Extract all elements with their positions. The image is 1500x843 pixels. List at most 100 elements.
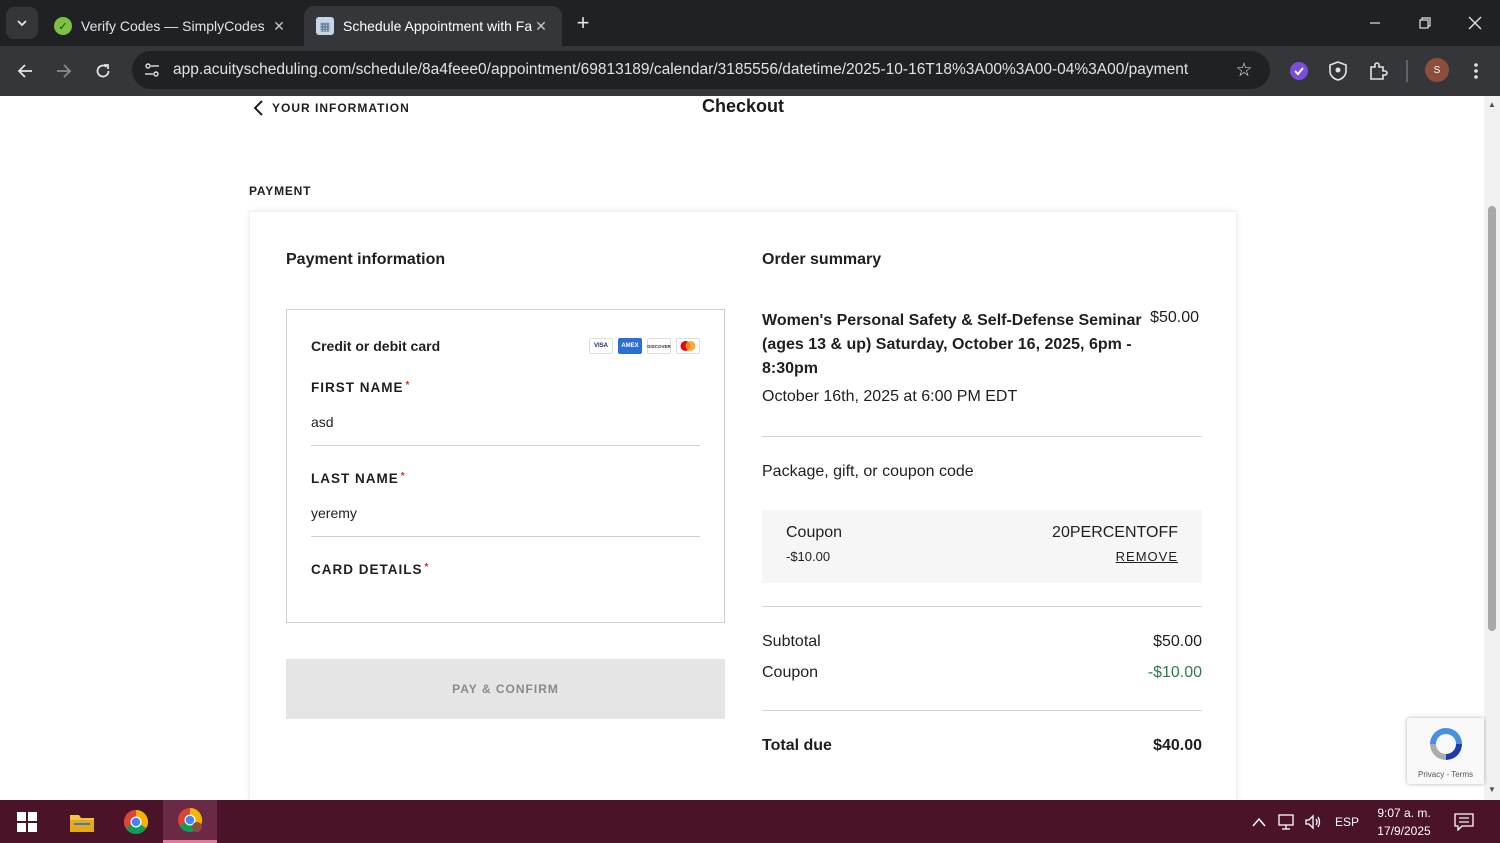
close-icon: [1468, 16, 1482, 30]
restore-button[interactable]: [1400, 0, 1450, 46]
discover-card-icon: DISCOVER: [647, 338, 671, 354]
total-row: Total due $40.00: [762, 737, 1202, 755]
profile-avatar[interactable]: S: [1425, 58, 1449, 82]
recaptcha-badge[interactable]: Privacy - Terms: [1407, 718, 1484, 784]
tab-title: Verify Codes — SimplyCodes: [81, 18, 265, 34]
bookmark-star-icon[interactable]: ☆: [1230, 59, 1258, 82]
coupon-amount: -$10.00: [786, 549, 831, 564]
close-window-button[interactable]: [1450, 0, 1500, 46]
extensions-puzzle-icon[interactable]: [1365, 58, 1391, 84]
payment-form: Credit or debit card VISA AMEX DISCOVER …: [286, 309, 725, 623]
address-bar[interactable]: app.acuityscheduling.com/schedule/8a4fee…: [132, 51, 1270, 89]
chevron-down-icon: [17, 20, 27, 27]
file-explorer-button[interactable]: [55, 800, 109, 843]
start-button[interactable]: [0, 800, 54, 843]
discount-value: -$10.00: [1147, 664, 1202, 681]
back-link-label: YOUR INFORMATION: [272, 101, 410, 115]
new-tab-button[interactable]: +: [570, 10, 596, 36]
subtotal-value: $50.00: [1153, 633, 1202, 650]
minimize-icon: [1370, 22, 1380, 24]
order-summary-heading: Order summary: [762, 251, 882, 268]
chrome-icon: [178, 808, 203, 833]
chrome-profile-taskbar-button[interactable]: [163, 800, 217, 843]
payment-section-label: PAYMENT: [249, 184, 312, 198]
divider: [762, 710, 1202, 711]
scroll-up-icon[interactable]: ▲: [1487, 99, 1497, 109]
total-value: $40.00: [1153, 737, 1202, 754]
close-tab-icon[interactable]: ✕: [270, 17, 288, 35]
network-icon[interactable]: [1278, 800, 1298, 843]
volume-icon[interactable]: [1304, 800, 1324, 843]
order-item-date: October 16th, 2025 at 6:00 PM EDT: [762, 388, 1018, 405]
windows-logo-icon: [17, 811, 37, 832]
required-asterisk: *: [424, 562, 430, 573]
tab-strip: ✓ Verify Codes — SimplyCodes ✕ ▦ Schedul…: [0, 0, 1500, 46]
notifications-icon[interactable]: [1454, 800, 1474, 843]
arrow-left-icon: [17, 64, 32, 78]
page-scrollbar[interactable]: ▲ ▼: [1484, 96, 1500, 800]
required-asterisk: *: [405, 380, 411, 391]
total-label: Total due: [762, 737, 832, 754]
mastercard-card-icon: [676, 338, 700, 354]
input-language-indicator[interactable]: ESP: [1335, 800, 1359, 843]
payment-method-label: Credit or debit card: [311, 338, 441, 354]
last-name-input[interactable]: yeremy: [311, 501, 700, 537]
subtotal-label: Subtotal: [762, 633, 821, 650]
browser-menu-icon[interactable]: [1463, 58, 1489, 84]
scroll-down-icon[interactable]: ▼: [1487, 784, 1497, 794]
chevron-up-icon: [1252, 817, 1266, 826]
forward-button[interactable]: [48, 55, 80, 87]
shield-extension-icon[interactable]: [1325, 58, 1351, 84]
clock-time: 9:07 a. m.: [1377, 806, 1431, 820]
payment-information-heading: Payment information: [286, 251, 446, 268]
extension-icon[interactable]: [1286, 58, 1312, 84]
checkout-page: YOUR INFORMATION Checkout PAYMENT Paymen…: [0, 96, 1484, 800]
divider: [762, 436, 1202, 437]
first-name-label: FIRST NAME *: [311, 380, 411, 395]
back-button[interactable]: [9, 55, 41, 87]
applied-coupon: Coupon -$10.00 20PERCENTOFF REMOVE: [762, 510, 1202, 583]
scrollbar-thumb[interactable]: [1488, 206, 1496, 631]
coupon-section-label: Package, gift, or coupon code: [762, 463, 974, 480]
chrome-taskbar-button[interactable]: [109, 800, 163, 843]
show-hidden-icons[interactable]: [1252, 800, 1266, 843]
folder-icon: [70, 814, 94, 832]
tab-schedule-appointment[interactable]: ▦ Schedule Appointment with Far ✕: [304, 6, 562, 46]
pay-and-confirm-button[interactable]: PAY & CONFIRM: [286, 659, 725, 719]
taskbar-clock[interactable]: 9:07 a. m. 17/9/2025: [1366, 804, 1442, 840]
first-name-input[interactable]: asd: [311, 410, 700, 446]
close-tab-icon[interactable]: ✕: [532, 17, 550, 35]
restore-icon: [1419, 17, 1431, 29]
order-item-price: $50.00: [1150, 309, 1199, 326]
windows-taskbar: ESP 9:07 a. m. 17/9/2025: [0, 800, 1500, 843]
chrome-icon: [123, 809, 149, 834]
discount-label: Coupon: [762, 664, 819, 681]
browser-toolbar: app.acuityscheduling.com/schedule/8a4fee…: [0, 46, 1500, 96]
visa-card-icon: VISA: [589, 338, 613, 354]
card-details-label: CARD DETAILS *: [311, 562, 430, 577]
checkout-card: Payment information Credit or debit card…: [249, 211, 1237, 800]
required-asterisk: *: [400, 471, 406, 482]
url-text[interactable]: app.acuityscheduling.com/schedule/8a4fee…: [173, 61, 1230, 79]
card-details-input[interactable]: [311, 584, 700, 610]
recaptcha-logo-icon: [1430, 728, 1462, 760]
tab-search-button[interactable]: [6, 7, 38, 39]
reload-icon: [96, 64, 110, 78]
last-name-label: LAST NAME *: [311, 471, 406, 486]
reload-button[interactable]: [87, 55, 119, 87]
chevron-left-icon: [253, 100, 263, 116]
back-to-your-information-link[interactable]: YOUR INFORMATION: [252, 100, 410, 116]
toolbar-divider: [1406, 60, 1408, 82]
page-title: Checkout: [702, 96, 785, 116]
tab-verify-codes[interactable]: ✓ Verify Codes — SimplyCodes ✕: [42, 6, 300, 46]
order-item-title: Women's Personal Safety & Self-Defense S…: [762, 312, 1142, 377]
simplycodes-favicon-icon: ✓: [54, 17, 72, 35]
coupon-code: 20PERCENTOFF: [1052, 524, 1178, 541]
discount-row: Coupon -$10.00: [762, 664, 1202, 682]
minimize-button[interactable]: [1350, 0, 1400, 46]
site-info-icon[interactable]: [142, 62, 162, 78]
subtotal-row: Subtotal $50.00: [762, 633, 1202, 651]
remove-coupon-link[interactable]: REMOVE: [1116, 549, 1178, 564]
recaptcha-links[interactable]: Privacy - Terms: [1407, 770, 1484, 779]
card-brands: VISA AMEX DISCOVER: [589, 338, 700, 354]
